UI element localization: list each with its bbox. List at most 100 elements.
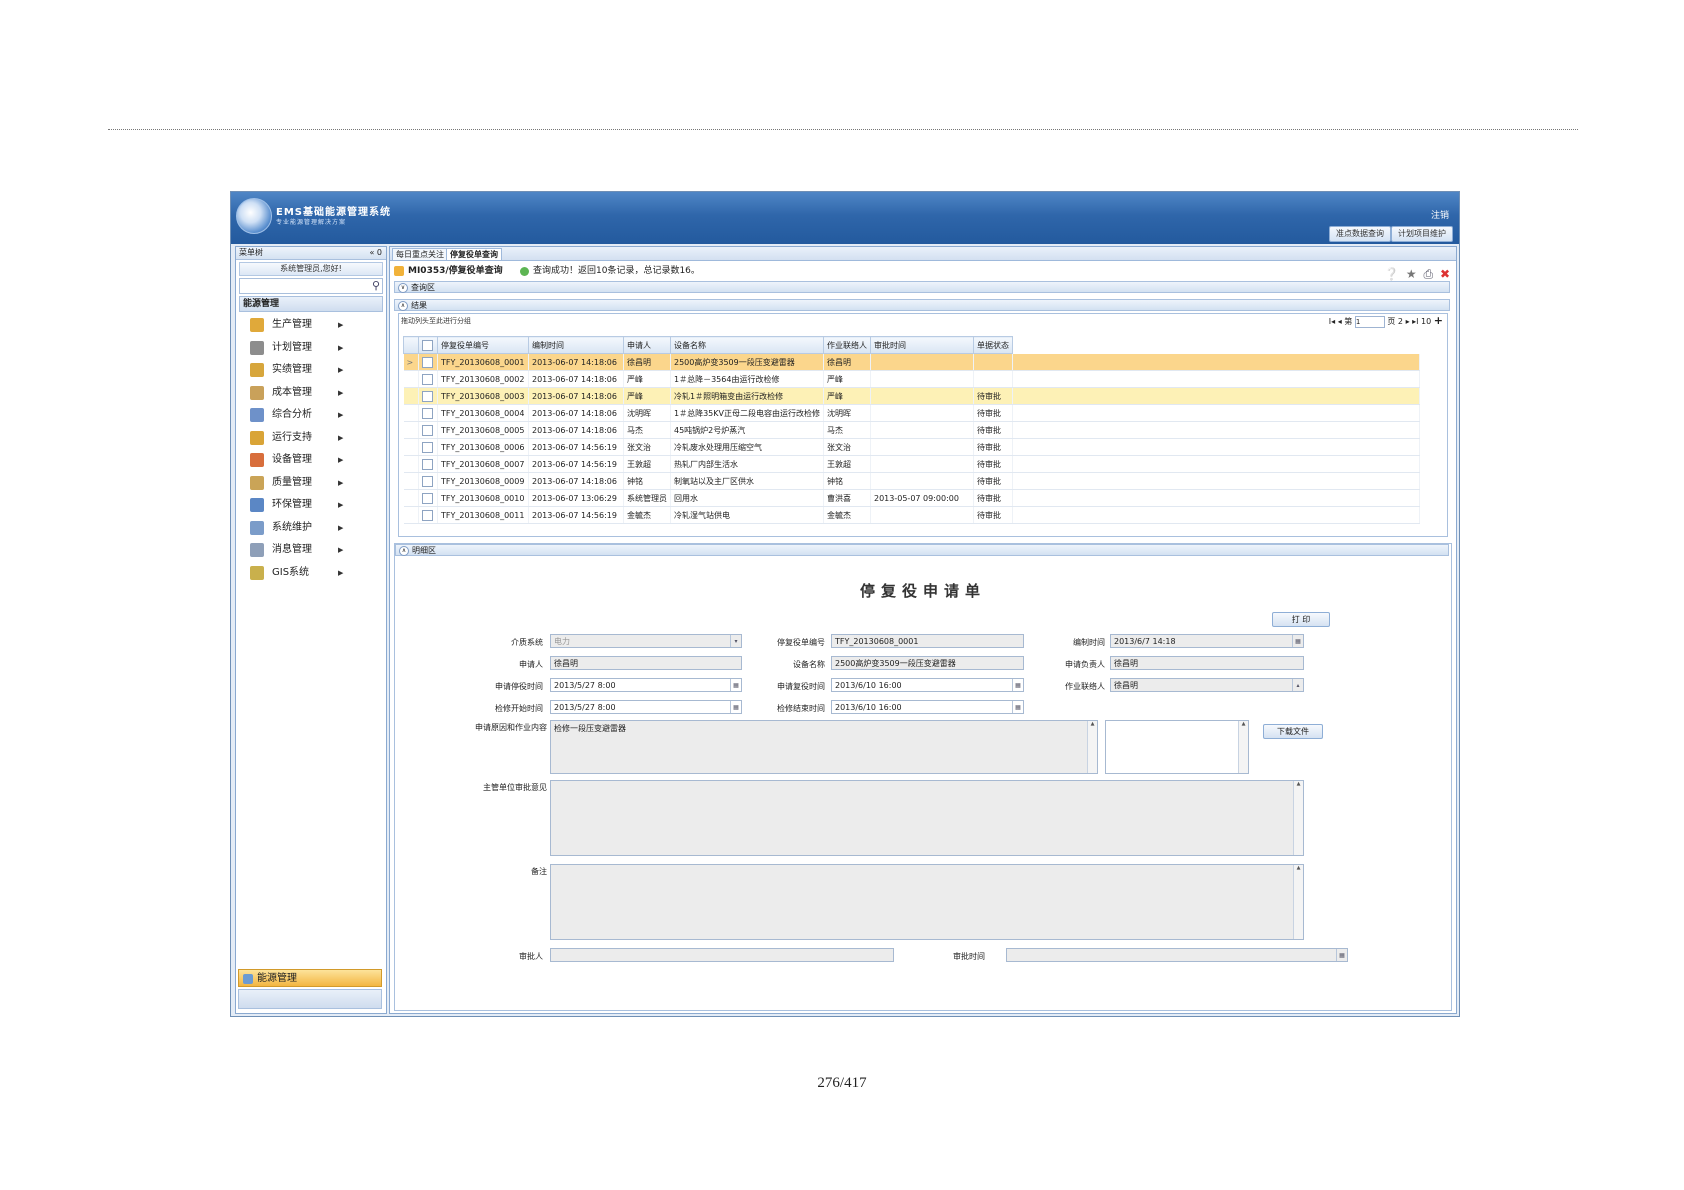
row-checkbox[interactable] [422, 373, 433, 385]
submenu-arrow-icon[interactable]: ▶ [338, 472, 343, 494]
col-order-no[interactable]: 停复役单编号 [437, 336, 529, 354]
print-button[interactable]: 打 印 [1272, 612, 1330, 627]
scrollbar[interactable]: ▲ [1293, 865, 1303, 939]
col-created[interactable]: 编制时间 [528, 336, 624, 354]
logout-link[interactable]: 注销 [1431, 208, 1449, 221]
favorite-icon[interactable]: ★ [1406, 267, 1417, 281]
col-status[interactable]: 单据状态 [973, 336, 1013, 354]
repair-end-field[interactable]: 2013/6/10 16:00 ▦ [831, 700, 1024, 714]
sidebar-item[interactable]: 环保管理 ▶ [248, 494, 386, 517]
query-section-bar[interactable]: ∨ 查询区 [394, 281, 1450, 293]
row-checkbox[interactable] [422, 475, 433, 487]
help-icon[interactable]: ❔ [1384, 267, 1399, 281]
calendar-icon[interactable]: ▦ [1292, 635, 1303, 647]
row-checkbox[interactable] [422, 509, 433, 521]
table-row[interactable]: TFY_20130608_0011 2013-06-07 14:56:19 金毓杰冷… [403, 506, 1420, 524]
expand-icon[interactable]: ∨ [398, 283, 408, 293]
result-section-bar[interactable]: ∧ 结果 [394, 299, 1450, 311]
table-row[interactable]: TFY_20130608_0010 2013-06-07 13:06:29 系统管理… [403, 489, 1420, 507]
col-applicant[interactable]: 申请人 [623, 336, 671, 354]
submenu-arrow-icon[interactable]: ▶ [338, 337, 343, 359]
opinion-textarea[interactable]: ▲ [550, 780, 1304, 856]
row-checkbox[interactable] [422, 407, 433, 419]
owner-field[interactable]: 徐昌明 [1110, 656, 1304, 670]
select-all-checkbox[interactable] [422, 339, 433, 351]
medium-select[interactable]: 电力 ▾ [550, 634, 742, 648]
table-row[interactable]: TFY_20130608_0004 2013-06-07 14:18:06 沈明晖 1… [403, 404, 1420, 422]
approve-time-field[interactable]: ▦ [1006, 948, 1348, 962]
attachment-list[interactable]: ▲ [1105, 720, 1249, 774]
last-page-button[interactable]: ▸I [1412, 317, 1418, 326]
sidebar-item[interactable]: 系统维护 ▶ [248, 517, 386, 540]
approver-field[interactable] [550, 948, 894, 962]
tab-order-query[interactable]: 停复役单查询 [446, 248, 502, 260]
prev-page-button[interactable]: ◂ [1338, 317, 1342, 326]
row-select-cell[interactable] [418, 404, 438, 422]
row-checkbox[interactable] [422, 492, 433, 504]
table-row[interactable]: TFY_20130608_0009 2013-06-07 14:18:06 钟铭 制氧… [403, 472, 1420, 490]
table-row[interactable]: TFY_20130608_0006 2013-06-07 14:56:19 张文治冷… [403, 438, 1420, 456]
table-row[interactable]: TFY_20130608_0003 2013-06-07 14:18:06 严峰 冷轧… [403, 387, 1420, 405]
collapse-icon[interactable]: ∧ [398, 301, 408, 311]
calendar-icon[interactable]: ▦ [1336, 949, 1347, 961]
sidebar-item[interactable]: 运行支持 ▶ [248, 427, 386, 450]
sidebar-item[interactable]: 实绩管理 ▶ [248, 359, 386, 382]
applicant-field[interactable]: 徐昌明 [550, 656, 742, 670]
tab-daily-focus[interactable]: 每日重点关注 [392, 248, 448, 260]
row-select-cell[interactable] [418, 387, 438, 405]
submenu-arrow-icon[interactable]: ▶ [338, 359, 343, 381]
menu-search-input[interactable]: ⚲ [239, 278, 383, 294]
detail-section-bar[interactable]: ∧ 明细区 [395, 544, 1449, 556]
submenu-arrow-icon[interactable]: ▶ [338, 562, 343, 584]
table-row[interactable]: TFY_20130608_0005 2013-06-07 14:18:06 马杰 45… [403, 421, 1420, 439]
page-input[interactable]: 1 [1354, 315, 1385, 328]
row-checkbox[interactable] [422, 458, 433, 470]
scrollbar[interactable]: ▲ [1293, 781, 1303, 855]
table-row[interactable]: > TFY_20130608_0001 2013-06-07 14:18:06 徐昌明… [403, 353, 1420, 371]
quick-query-button[interactable]: 准点数据查询 [1329, 226, 1391, 242]
row-select-cell[interactable] [418, 506, 438, 524]
search-icon[interactable]: ⚲ [372, 279, 380, 292]
sidebar-collapse-button[interactable]: « 0 [369, 247, 382, 259]
row-checkbox[interactable] [422, 424, 433, 436]
row-select-cell[interactable] [418, 370, 438, 388]
select-all-header[interactable] [418, 336, 438, 354]
row-checkbox[interactable] [422, 441, 433, 453]
row-select-cell[interactable] [418, 472, 438, 490]
submenu-arrow-icon[interactable]: ▶ [338, 382, 343, 404]
menu-group-title[interactable]: 能源管理 [239, 296, 383, 312]
close-icon[interactable]: ✖ [1440, 267, 1450, 281]
sidebar-item[interactable]: 成本管理 ▶ [248, 382, 386, 405]
scrollbar[interactable]: ▲ [1087, 721, 1097, 773]
next-page-button[interactable]: ▸ [1406, 317, 1410, 326]
col-device[interactable]: 设备名称 [670, 336, 824, 354]
created-field[interactable]: 2013/6/7 14:18 ▦ [1110, 634, 1304, 648]
col-approve-time[interactable]: 审批时间 [870, 336, 974, 354]
submenu-arrow-icon[interactable]: ▶ [338, 449, 343, 471]
row-select-cell[interactable] [418, 421, 438, 439]
sidebar-item[interactable]: 综合分析 ▶ [248, 404, 386, 427]
contact-field[interactable]: 徐昌明 ▴ [1110, 678, 1304, 692]
sidebar-item[interactable]: 消息管理 ▶ [248, 539, 386, 562]
table-row[interactable]: TFY_20130608_0002 2013-06-07 14:18:06 严峰 1＃… [403, 370, 1420, 388]
reason-textarea[interactable]: 检修一段压变避雷器 ▲ [550, 720, 1098, 774]
order-no-field[interactable]: TFY_20130608_0001 [831, 634, 1024, 648]
row-select-cell[interactable] [418, 353, 438, 371]
submenu-arrow-icon[interactable]: ▶ [338, 494, 343, 516]
row-select-cell[interactable] [418, 438, 438, 456]
detail-collapse-icon[interactable]: ∧ [399, 546, 409, 556]
sidebar-item[interactable]: GIS系统 ▶ [248, 562, 386, 585]
row-checkbox[interactable] [422, 390, 433, 402]
submenu-arrow-icon[interactable]: ▶ [338, 404, 343, 426]
table-row[interactable]: TFY_20130608_0007 2013-06-07 14:56:19 王敦超热… [403, 455, 1420, 473]
stop-time-field[interactable]: 2013/5/27 8:00 ▦ [550, 678, 742, 692]
scrollbar[interactable]: ▲ [1238, 721, 1248, 773]
plan-maintain-button[interactable]: 计划项目维护 [1391, 226, 1453, 242]
download-button[interactable]: 下载文件 [1263, 724, 1323, 739]
calendar-icon[interactable]: ▦ [1012, 701, 1023, 713]
row-select-cell[interactable] [418, 489, 438, 507]
sidebar-item[interactable]: 计划管理 ▶ [248, 337, 386, 360]
remark-textarea[interactable]: ▲ [550, 864, 1304, 940]
device-field[interactable]: 2500高炉变3509一段压变避雷器 [831, 656, 1024, 670]
print-icon[interactable]: ⎙ [1424, 267, 1434, 281]
